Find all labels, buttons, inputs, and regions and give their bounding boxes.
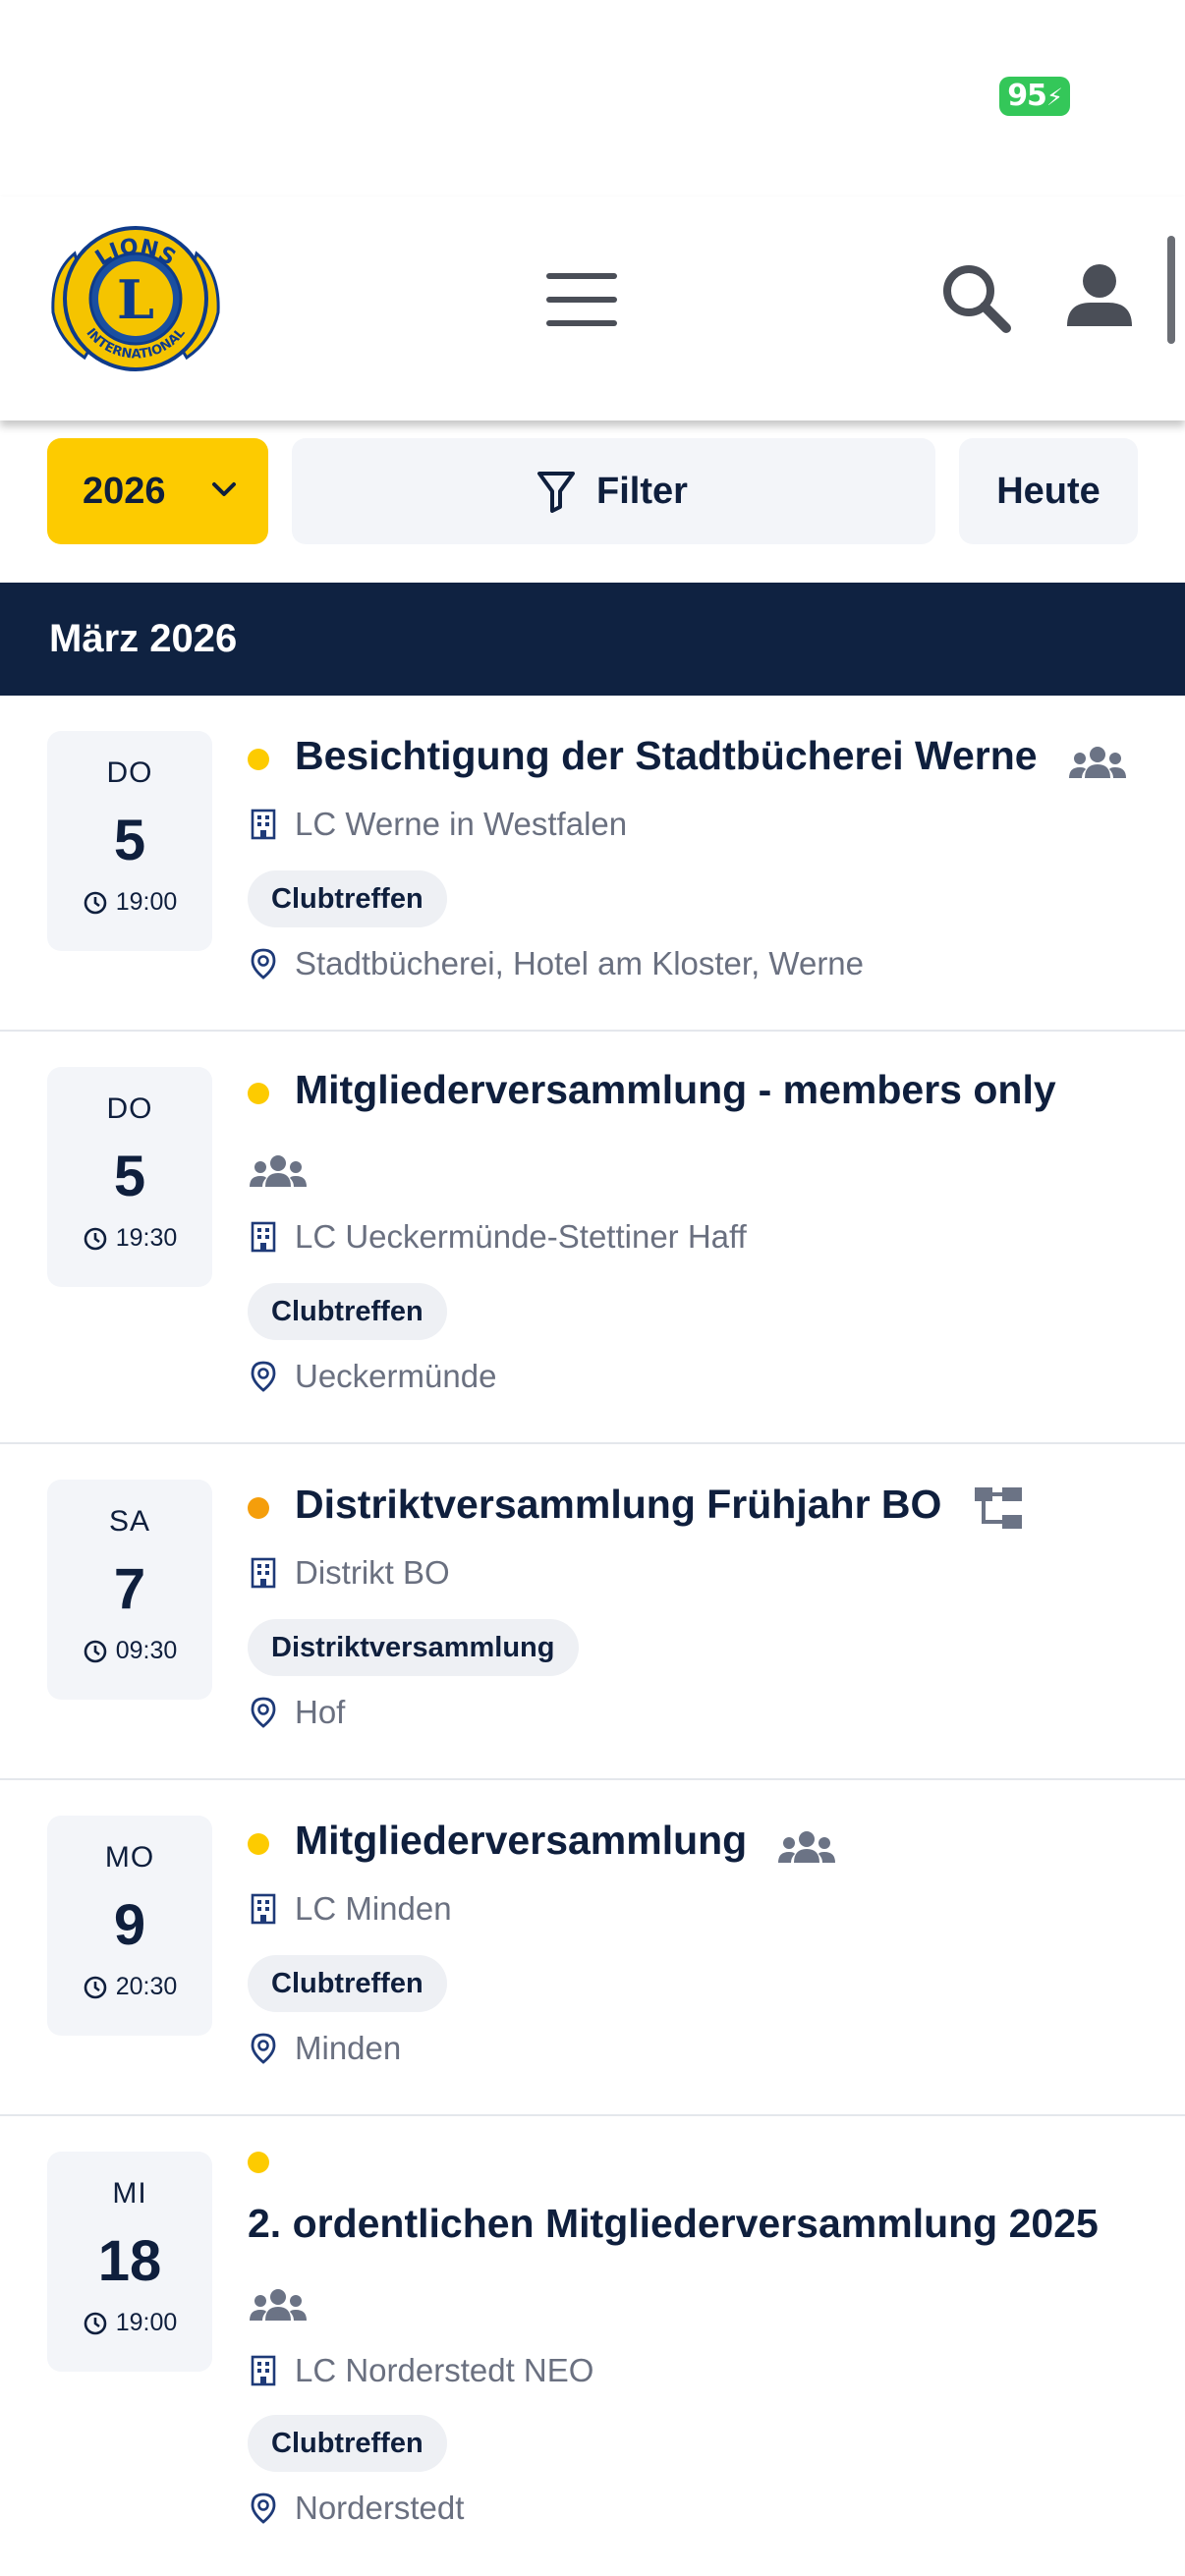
event-type-dot [248,1833,269,1855]
battery-indicator: 95⚡ [999,77,1070,116]
event-title[interactable]: Besichtigung der Stadtbücherei Werne [295,733,1038,779]
year-select-button[interactable]: 2026 [47,438,268,544]
event-day: 9 [113,1893,146,1957]
district-hierarchy-icon [975,1487,1022,1529]
event-type-dot [248,1083,269,1104]
building-icon [251,2355,276,2386]
svg-text:L: L [117,268,154,331]
app-header: L LIONS INTERNATIONAL [0,196,1185,420]
event-list-item[interactable]: SA 7 09:30 Distriktversammlung Frühjahr … [0,1444,1185,1780]
event-club: Distrikt BO [248,1554,450,1592]
event-date-box: DO 5 19:30 [47,1067,212,1287]
members-icon [250,2289,307,2321]
event-weekday: MI [112,2177,147,2210]
battery-level: 95 [1007,79,1047,113]
event-category-tag: Clubtreffen [248,2415,447,2472]
event-location: Hof [248,1694,345,1731]
event-location: Stadtbücherei, Hotel am Kloster, Werne [248,945,864,982]
event-weekday: DO [106,1092,153,1125]
event-day: 18 [97,2229,162,2293]
event-time: 09:30 [47,1637,212,1665]
event-day: 5 [113,809,146,872]
event-title[interactable]: Mitgliederversammlung [295,1818,747,1864]
event-club: LC Werne in Westfalen [248,806,627,843]
event-time: 19:30 [47,1224,212,1253]
event-date-box: DO 5 19:00 [47,731,212,951]
lions-logo[interactable]: L LIONS INTERNATIONAL [45,214,226,383]
building-icon [251,809,276,840]
members-icon [250,1155,307,1187]
event-club: LC Minden [248,1890,452,1928]
filter-button[interactable]: Filter [292,438,935,544]
event-type-dot [248,749,269,770]
event-title[interactable]: Mitgliederversammlung - members only [295,1067,1056,1113]
event-title[interactable]: Distriktversammlung Frühjahr BO [295,1482,941,1528]
event-weekday: DO [106,756,153,789]
location-pin-icon [251,2033,276,2064]
location-pin-icon [251,1697,276,1728]
event-category-tag: Clubtreffen [248,1955,447,2012]
month-label: März 2026 [49,617,238,660]
month-header: März 2026 [0,583,1185,696]
event-list-item[interactable]: DO 5 19:00 Besichtigung der Stadtbüchere… [0,696,1185,1032]
event-location: Minden [248,2030,401,2067]
event-club: LC Ueckermünde-Stettiner Haff [248,1218,747,1256]
year-label: 2026 [83,471,166,512]
funnel-icon [537,472,575,513]
event-type-dot [248,2152,269,2173]
hamburger-menu-icon[interactable] [538,265,625,334]
building-icon [251,1221,276,1253]
event-day: 5 [113,1145,146,1208]
event-list-item[interactable]: MI 18 19:00 2. ordentlichen Mitgliederve… [0,2116,1185,2576]
clock-icon [84,1227,107,1250]
scroll-indicator [1167,236,1175,344]
event-location: Norderstedt [248,2490,464,2527]
event-day: 7 [113,1557,146,1621]
event-time: 19:00 [47,2309,212,2337]
building-icon [251,1557,276,1589]
clock-icon [84,891,107,914]
clock-icon [84,1976,107,1998]
location-pin-icon [251,2492,276,2524]
members-icon [1069,747,1126,778]
event-category-tag: Clubtreffen [248,870,447,927]
event-time: 19:00 [47,888,212,917]
user-profile-icon[interactable] [1061,257,1138,334]
event-title[interactable]: 2. ordentlichen Mitgliederversammlung 20… [248,2201,1099,2247]
event-weekday: SA [108,1505,151,1538]
event-location: Ueckermünde [248,1358,496,1395]
event-list-item[interactable]: MO 9 20:30 Mitgliederversammlung LC Mind… [0,1780,1185,2116]
event-club: LC Norderstedt NEO [248,2352,593,2389]
location-pin-icon [251,948,276,980]
clock-icon [84,1640,107,1662]
event-time: 20:30 [47,1973,212,2001]
members-icon [778,1831,835,1863]
building-icon [251,1893,276,1925]
event-weekday: MO [104,1841,155,1874]
today-button[interactable]: Heute [959,438,1138,544]
event-date-box: MI 18 19:00 [47,2152,212,2372]
event-category-tag: Distriktversammlung [248,1619,579,1676]
event-date-box: MO 9 20:30 [47,1816,212,2036]
event-type-dot [248,1497,269,1519]
filter-toolbar: 2026 Filter Heute [0,420,1185,582]
event-list-item[interactable]: DO 5 19:30 Mitgliederversammlung - membe… [0,1032,1185,1444]
chevron-down-icon [212,482,236,496]
filter-label: Filter [596,470,688,512]
event-date-box: SA 7 09:30 [47,1480,212,1700]
event-category-tag: Clubtreffen [248,1283,447,1340]
location-pin-icon [251,1361,276,1392]
clock-icon [84,2312,107,2334]
status-bar: 95⚡ [0,0,1185,196]
search-icon[interactable] [937,259,1016,338]
